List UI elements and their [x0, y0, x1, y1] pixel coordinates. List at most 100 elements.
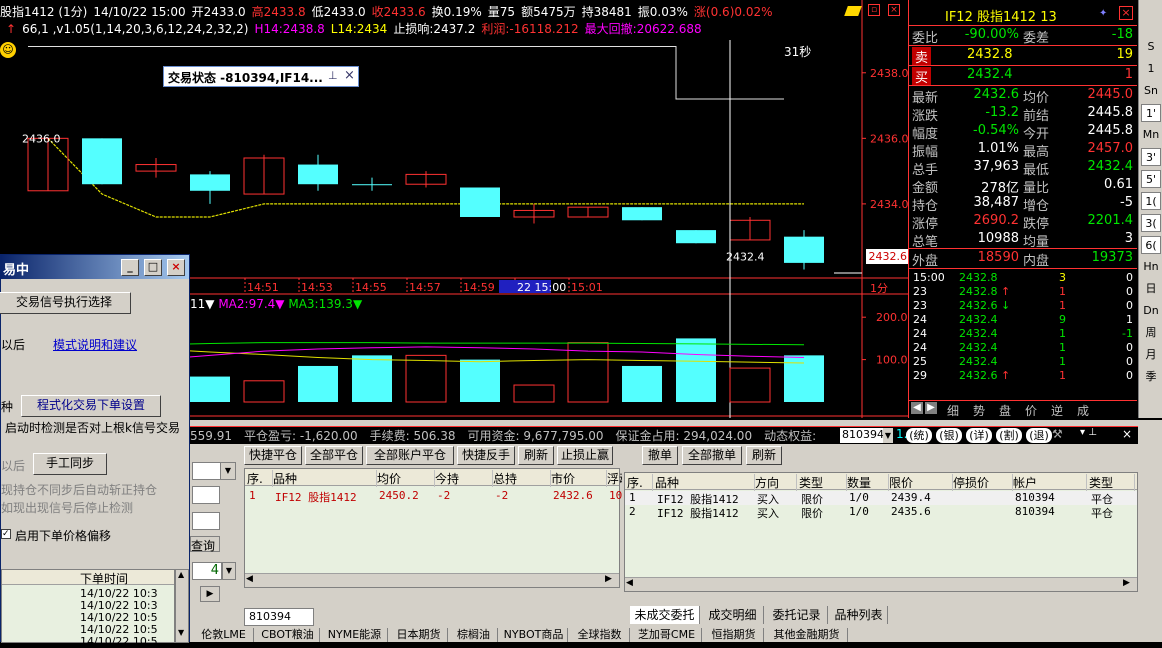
market-tab[interactable]: CBOT粮油	[256, 628, 320, 642]
market-tab[interactable]: 恒指期货	[704, 628, 764, 642]
account-action-button[interactable]: (详)	[966, 428, 992, 443]
market-tab[interactable]: NYBOT商品	[500, 628, 568, 642]
quote-tab[interactable]: 成	[1077, 402, 1089, 419]
positions-col-header[interactable]: 市价	[551, 470, 607, 487]
period-button[interactable]: Hn	[1141, 258, 1161, 276]
positions-col-header[interactable]: 总持	[493, 470, 551, 487]
quantity-field[interactable]: 4	[192, 562, 222, 580]
orders-action-button[interactable]: 刷新	[746, 446, 782, 465]
positions-action-button[interactable]: 快捷平仓	[244, 446, 302, 465]
period-button[interactable]: 季	[1141, 368, 1161, 386]
account-action-button[interactable]: (退)	[1026, 428, 1052, 443]
positions-col-header[interactable]: 序.	[247, 470, 273, 487]
orders-col-header[interactable]: 帐户	[1013, 474, 1087, 491]
market-tab[interactable]: 芝加哥CME	[632, 628, 702, 642]
manual-sync-button[interactable]: 手工同步	[33, 453, 107, 475]
scroll-right-icon[interactable]: ▶	[605, 574, 612, 584]
star-icon[interactable]: ✦	[1099, 8, 1113, 19]
tab-right-icon[interactable]: ▶	[925, 402, 937, 414]
positions-action-button[interactable]: 快捷反手	[457, 446, 515, 465]
scroll-left-icon[interactable]: ◀	[246, 574, 253, 584]
positions-action-button[interactable]: 全部平仓	[305, 446, 363, 465]
period-button[interactable]: 6(	[1141, 236, 1161, 254]
orders-col-header[interactable]: 类型	[799, 474, 847, 491]
orders-col-header[interactable]: 品种	[655, 474, 755, 491]
market-tab[interactable]: 其他金融期货	[766, 628, 848, 642]
market-tab[interactable]: 日本期货	[390, 628, 448, 642]
positions-action-button[interactable]: 全部账户平仓	[366, 446, 454, 465]
period-button[interactable]: Sn	[1141, 82, 1161, 100]
quote-tab[interactable]: 盘	[999, 402, 1011, 419]
minimize-icon[interactable]: _	[121, 259, 139, 276]
account-action-button[interactable]: (银)	[936, 428, 962, 443]
orders-action-button[interactable]: 全部撤单	[682, 446, 742, 465]
positions-hscroll[interactable]: ◀ ▶	[245, 573, 619, 587]
close-chart-icon[interactable]: ×	[888, 4, 900, 16]
period-button[interactable]: 1'	[1141, 104, 1161, 122]
period-button[interactable]: 周	[1141, 324, 1161, 342]
orders-tab[interactable]: 未成交委托	[630, 606, 700, 624]
market-tab[interactable]: 棕榈油	[450, 628, 498, 642]
maximize-icon[interactable]: □	[144, 259, 162, 276]
order-input-1[interactable]	[192, 462, 222, 480]
quote-tab[interactable]: 细	[947, 402, 959, 419]
orders-col-header[interactable]: 方向	[755, 474, 797, 491]
orders-row[interactable]: 1 IF12 股指1412 买入 限价 1/0 2439.4 810394 平仓	[625, 491, 1137, 506]
orders-tab[interactable]: 品种列表	[830, 606, 888, 624]
scroll-right-icon[interactable]: ▶	[200, 586, 220, 602]
positions-account-tab[interactable]: 810394	[244, 608, 314, 626]
positions-action-button[interactable]: 止损止赢	[557, 446, 613, 465]
tab-left-icon[interactable]: ◀	[911, 402, 923, 414]
positions-col-header[interactable]: 均价	[377, 470, 435, 487]
orders-col-header[interactable]: 类型	[1089, 474, 1135, 491]
smiley-icon[interactable]: ☺	[0, 42, 16, 58]
order-time-scrollbar[interactable]: ▲ ▼	[175, 569, 189, 643]
order-input-3[interactable]	[192, 512, 220, 530]
period-button[interactable]: 1(	[1141, 192, 1161, 210]
orders-action-button[interactable]: 撤单	[642, 446, 678, 465]
pin-icon[interactable]: ⊥	[328, 69, 338, 82]
chevron-down-icon[interactable]: ▼	[220, 462, 236, 480]
close-trade-panel-icon[interactable]: ×	[1122, 427, 1132, 441]
positions-action-button[interactable]: 刷新	[518, 446, 554, 465]
period-button[interactable]: 日	[1141, 280, 1161, 298]
program-settings-button[interactable]: 程式化交易下单设置	[21, 395, 161, 417]
scroll-up-icon[interactable]: ▲	[178, 570, 184, 579]
positions-col-header[interactable]: 品种	[273, 470, 377, 487]
price-offset-checkbox[interactable]: ✓	[1, 529, 11, 539]
quote-tab[interactable]: 价	[1025, 402, 1037, 419]
period-button[interactable]: 3'	[1141, 148, 1161, 166]
orders-tab[interactable]: 成交明细	[702, 606, 764, 624]
orders-row[interactable]: 2 IF12 股指1412 买入 限价 1/0 2435.6 810394 平仓	[625, 505, 1137, 520]
close-icon[interactable]: ×	[344, 68, 355, 83]
period-button[interactable]: S	[1141, 38, 1161, 56]
query-tab[interactable]: 查询	[190, 536, 220, 553]
wrench-icon[interactable]: ⚒	[1052, 427, 1063, 441]
positions-col-header[interactable]: 今持	[435, 470, 493, 487]
period-button[interactable]: 月	[1141, 346, 1161, 364]
exec-select-button[interactable]: 交易信号执行选择	[0, 292, 131, 314]
market-tab[interactable]: NYME能源	[322, 628, 388, 642]
close-panel-icon[interactable]: ×	[1119, 6, 1133, 20]
account-action-button[interactable]: (割)	[996, 428, 1022, 443]
orders-col-header[interactable]: 序.	[627, 474, 653, 491]
period-button[interactable]: Mn	[1141, 126, 1161, 144]
account-action-button[interactable]: (统)	[906, 428, 932, 443]
market-tab[interactable]: 全球指数	[570, 628, 630, 642]
quote-tab[interactable]: 势	[973, 402, 985, 419]
restore-icon[interactable]: ▫	[868, 4, 880, 16]
period-button[interactable]: 3(	[1141, 214, 1161, 232]
orders-col-header[interactable]: 停损价	[953, 474, 1013, 491]
chevron-down-icon[interactable]: ▼	[883, 428, 893, 443]
scroll-left-icon[interactable]: ◀	[626, 578, 633, 588]
scroll-right-icon[interactable]: ▶	[1123, 578, 1130, 588]
mode-help-link[interactable]: 模式说明和建议	[53, 336, 137, 353]
orders-tab[interactable]: 委托记录	[766, 606, 828, 624]
quote-tab[interactable]: 逆	[1051, 402, 1063, 419]
pin-icon[interactable]: ▾ ⊥	[1080, 427, 1097, 438]
positions-row[interactable]: 1IF12 股指14122450.2-2-22432.610559	[245, 489, 642, 504]
dialog-titlebar[interactable]: 易中 _ □ ×	[1, 255, 189, 279]
market-tab[interactable]: 伦敦LME	[194, 628, 254, 642]
chevron-down-icon[interactable]: ▼	[222, 562, 236, 580]
orders-col-header[interactable]: 数量	[847, 474, 889, 491]
